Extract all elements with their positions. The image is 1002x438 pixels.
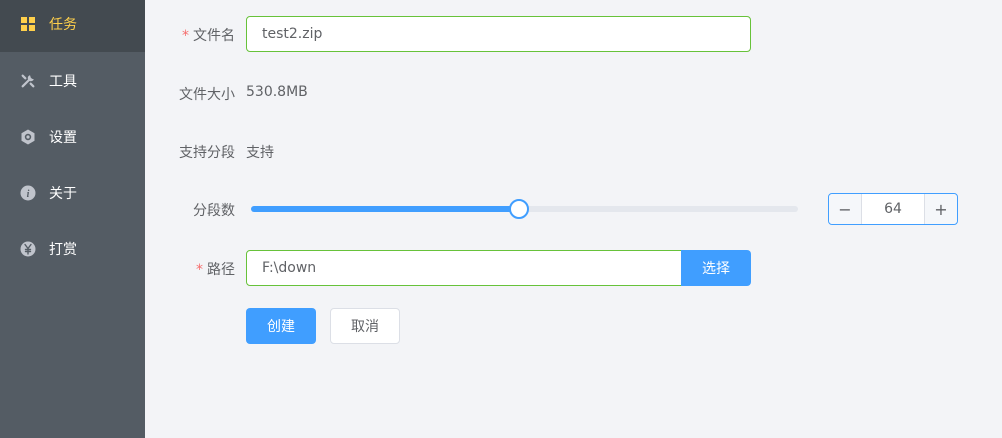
sidebar-item-label: 工具 [49,74,77,90]
info-icon: i [20,185,36,201]
sidebar-item-label: 任务 [49,17,77,33]
decrease-button[interactable]: − [829,194,862,224]
gear-icon [20,129,36,145]
sidebar-item-label: 打赏 [49,242,77,258]
grid-icon [20,16,36,32]
segments-label: 分段数 [193,203,235,219]
required-mark: * [196,262,203,278]
slider-fill [251,206,520,212]
segments-slider[interactable] [251,199,798,219]
sidebar-item-label: 设置 [49,130,77,146]
increase-button[interactable]: + [924,194,957,224]
sidebar-item-tools[interactable]: 工具 [0,53,145,109]
app-window: 任务 工具 设置 i 关于 打赏 * 文件名 test2.zip 文件大小 53… [0,0,1002,438]
path-input[interactable] [246,250,683,286]
sidebar-item-about[interactable]: i 关于 [0,165,145,221]
filesize-label: 文件大小 [179,87,235,103]
create-button[interactable]: 创建 [246,308,316,344]
cancel-button[interactable]: 取消 [330,308,400,344]
task-form: *文件名 文件大小 530.8MB 支持分段 支持 分段数 − 64 + *路径… [145,0,1002,438]
choose-path-button[interactable]: 选择 [681,250,751,286]
sidebar-item-label: 关于 [49,186,77,202]
yuan-icon [20,241,36,257]
sidebar-item-donate[interactable]: 打赏 [0,221,145,277]
filename-input[interactable] [246,16,751,52]
filename-label: * 文件名 [155,25,235,45]
segment-support-value: 支持 [246,145,274,161]
segments-value[interactable]: 64 [862,194,924,224]
required-mark: * [182,28,189,44]
segment-support-label: 支持分段 [179,145,235,161]
slider-thumb[interactable] [509,199,530,219]
filename-label-text: 文件名 [193,28,235,44]
svg-text:i: i [27,189,30,200]
sidebar-item-tasks[interactable]: 任务 [0,0,145,52]
sidebar-item-settings[interactable]: 设置 [0,109,145,165]
tools-icon [20,73,36,89]
segments-stepper: − 64 + [828,193,958,225]
path-label-text: 路径 [207,262,235,278]
path-label: * 路径 [155,259,235,279]
sidebar: 任务 工具 设置 i 关于 打赏 [0,0,145,438]
filesize-value: 530.8MB [246,84,308,100]
